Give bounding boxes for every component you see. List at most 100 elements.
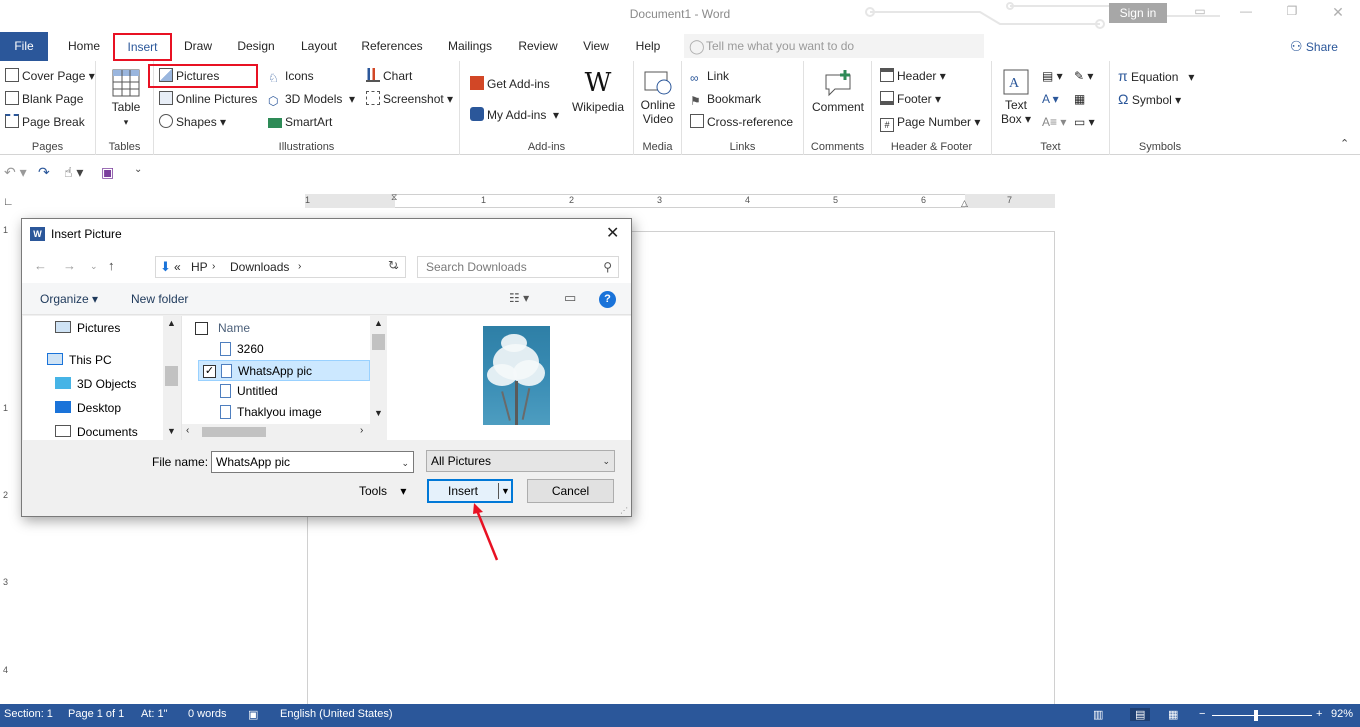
header-button[interactable]: Header ▾: [880, 66, 946, 86]
search-input[interactable]: Search Downloads⚲: [417, 256, 619, 278]
tab-insert[interactable]: Insert: [113, 33, 172, 61]
zoom-slider-track[interactable]: [1212, 715, 1312, 716]
file-scroll-thumb[interactable]: [372, 334, 385, 350]
file-checkbox-checked[interactable]: ✓: [203, 365, 216, 378]
status-page[interactable]: Page 1 of 1: [68, 708, 124, 720]
scroll-right-icon[interactable]: ›: [360, 425, 363, 436]
resize-grip-icon[interactable]: ⋰: [620, 506, 628, 515]
quick-parts-icon[interactable]: ▤ ▾: [1042, 66, 1063, 86]
web-layout-icon[interactable]: ▦: [1168, 708, 1178, 721]
tell-me-search[interactable]: ◯Tell me what you want to do: [684, 34, 984, 58]
read-mode-icon[interactable]: ▥: [1093, 708, 1103, 721]
zoom-out-icon[interactable]: −: [1199, 708, 1205, 720]
nav-3d-objects[interactable]: 3D Objects: [55, 377, 136, 391]
drop-cap-icon[interactable]: A≡ ▾: [1042, 112, 1066, 132]
insert-dropdown-icon[interactable]: ▼: [501, 481, 510, 501]
address-bar[interactable]: ⬇ « HP › Downloads › ⌄: [155, 256, 406, 278]
3d-models-button[interactable]: ⬡3D Models ▾: [268, 89, 355, 109]
name-column-header[interactable]: Name: [190, 318, 362, 339]
status-language[interactable]: English (United States): [280, 708, 393, 720]
status-section[interactable]: Section: 1: [4, 708, 53, 720]
wikipedia-button[interactable]: W Wikipedia: [568, 69, 628, 114]
indent-marker-icon[interactable]: ⧖: [391, 192, 397, 203]
tab-design[interactable]: Design: [231, 32, 281, 61]
footer-button[interactable]: Footer ▾: [880, 89, 941, 109]
nav-pictures[interactable]: Pictures: [55, 321, 120, 335]
refresh-icon[interactable]: ↻: [388, 258, 398, 272]
redo-icon[interactable]: ↷: [38, 164, 50, 181]
proofing-icon[interactable]: ▣: [248, 708, 258, 721]
text-box-button[interactable]: A TextBox ▾: [996, 69, 1036, 126]
close-icon[interactable]: ✕: [1326, 4, 1350, 21]
cross-reference-button[interactable]: Cross-reference: [690, 112, 793, 132]
scroll-up-icon[interactable]: ▲: [374, 318, 383, 328]
smartart-button[interactable]: SmartArt: [268, 112, 332, 132]
zoom-in-icon[interactable]: +: [1316, 708, 1322, 720]
ribbon-display-icon[interactable]: ▭: [1188, 4, 1212, 18]
h-scroll-thumb[interactable]: [202, 427, 266, 437]
equation-button[interactable]: π Equation ▾: [1118, 66, 1194, 86]
tab-selector-icon[interactable]: ∟: [3, 196, 14, 208]
scroll-down-icon[interactable]: ▼: [374, 408, 383, 418]
breadcrumb-hp[interactable]: HP: [191, 257, 208, 277]
preview-pane-icon[interactable]: ▭: [564, 290, 576, 306]
sign-in-button[interactable]: Sign in: [1109, 3, 1167, 23]
cover-page-button[interactable]: Cover Page ▾: [5, 66, 95, 86]
horizontal-scrollbar[interactable]: ‹ ›: [182, 424, 370, 440]
cancel-button[interactable]: Cancel: [527, 479, 614, 503]
link-button[interactable]: ∞Link: [690, 66, 729, 86]
collapse-ribbon-icon[interactable]: ⌃: [1340, 137, 1349, 150]
shapes-button[interactable]: Shapes ▾: [159, 112, 226, 132]
touch-mode-icon[interactable]: ☝ ▾: [64, 164, 83, 181]
signature-line-icon[interactable]: ✎ ▾: [1074, 66, 1093, 86]
scroll-down-icon[interactable]: ▼: [167, 426, 176, 436]
online-pictures-button[interactable]: Online Pictures: [159, 89, 257, 109]
tab-file[interactable]: File: [0, 32, 48, 61]
chevron-down-icon[interactable]: ⌄: [401, 453, 409, 473]
tab-mailings[interactable]: Mailings: [440, 32, 500, 61]
breadcrumb-downloads[interactable]: Downloads: [230, 257, 289, 277]
view-options-icon[interactable]: ☷ ▾: [509, 291, 529, 305]
help-icon[interactable]: ?: [599, 291, 616, 308]
nav-this-pc[interactable]: This PC: [47, 353, 112, 367]
scroll-left-icon[interactable]: ‹: [186, 425, 189, 436]
recent-locations-icon[interactable]: ⌄: [90, 261, 98, 272]
nav-desktop[interactable]: Desktop: [55, 401, 121, 415]
tab-help[interactable]: Help: [628, 32, 668, 61]
file-row-selected[interactable]: ✓WhatsApp pic: [198, 360, 370, 381]
my-addins-button[interactable]: My Add-ins ▾: [470, 105, 559, 125]
nav-scroll-thumb[interactable]: [165, 366, 178, 386]
status-words[interactable]: 0 words: [188, 708, 227, 720]
maximize-icon[interactable]: ❐: [1280, 4, 1304, 18]
nav-documents[interactable]: Documents: [55, 425, 138, 439]
share-button[interactable]: ⚇ Share: [1290, 32, 1338, 61]
file-name-input[interactable]: WhatsApp pic⌄: [211, 451, 414, 473]
tab-home[interactable]: Home: [60, 32, 108, 61]
tab-layout[interactable]: Layout: [294, 32, 344, 61]
page-number-button[interactable]: #Page Number ▾: [880, 112, 980, 132]
tab-draw[interactable]: Draw: [178, 32, 218, 61]
select-all-checkbox[interactable]: [195, 322, 208, 335]
close-icon[interactable]: ✕: [606, 223, 619, 243]
blank-page-button[interactable]: Blank Page: [5, 89, 83, 109]
save-icon[interactable]: ▣: [101, 164, 114, 181]
zoom-level[interactable]: 92%: [1331, 708, 1353, 720]
back-icon[interactable]: ←: [34, 258, 47, 273]
right-indent-icon[interactable]: △: [961, 198, 968, 209]
undo-icon[interactable]: ↶ ▾: [4, 164, 27, 181]
tools-button[interactable]: Tools ▾: [359, 484, 406, 498]
nav-scrollbar[interactable]: ▲ ▼: [163, 316, 180, 440]
wordart-icon[interactable]: A ▾: [1042, 89, 1059, 109]
page-break-button[interactable]: Page Break: [5, 112, 85, 132]
new-folder-button[interactable]: New folder: [131, 292, 188, 306]
online-video-button[interactable]: OnlineVideo: [638, 69, 678, 126]
scroll-up-icon[interactable]: ▲: [167, 318, 176, 328]
file-list-scrollbar[interactable]: ▲ ▼: [370, 316, 387, 440]
file-type-select[interactable]: All Pictures⌄: [426, 450, 615, 472]
bookmark-button[interactable]: ⚑Bookmark: [690, 89, 761, 109]
zoom-slider-thumb[interactable]: [1254, 710, 1258, 721]
forward-icon[interactable]: →: [63, 258, 76, 273]
minimize-icon[interactable]: —: [1234, 4, 1258, 18]
icons-button[interactable]: ♘Icons: [268, 66, 314, 86]
get-addins-button[interactable]: Get Add-ins: [470, 74, 550, 94]
